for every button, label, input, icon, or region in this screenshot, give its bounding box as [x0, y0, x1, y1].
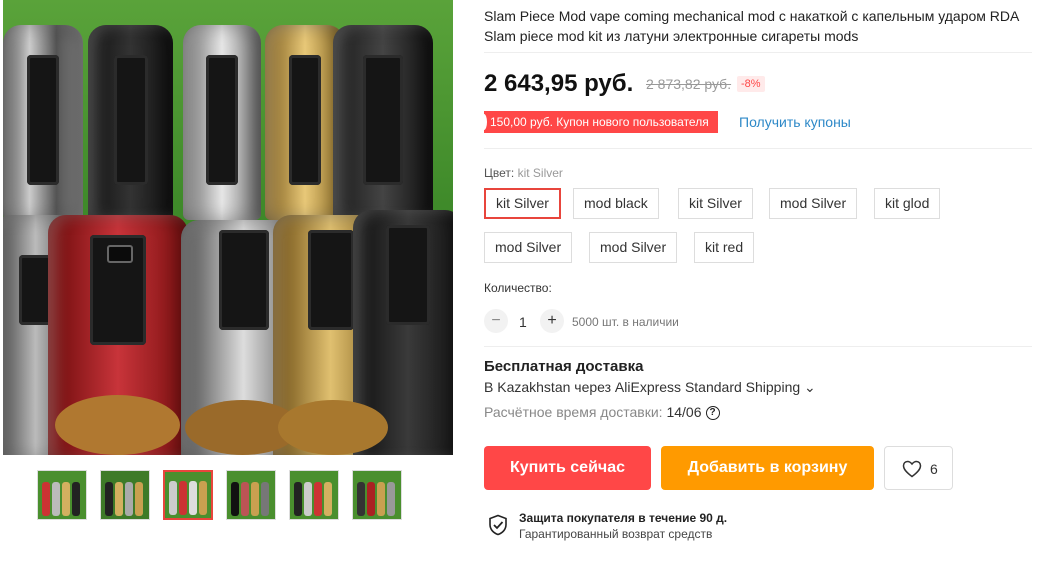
sku-option-4[interactable]: mod Silver: [769, 188, 858, 219]
thumbnail-2[interactable]: [100, 470, 150, 520]
mod-cap-gold: [278, 400, 388, 455]
delivery-time-value: 14/06: [666, 404, 702, 420]
wishlist-button[interactable]: 6: [884, 446, 953, 490]
mod-steel: [3, 25, 83, 220]
color-label: Цвет: kit Silver: [484, 166, 563, 180]
get-coupons-link[interactable]: Получить купоны: [739, 114, 851, 130]
coupon-badge: 150,00 руб. Купон нового пользователя: [481, 111, 718, 133]
buyer-protection-title: Защита покупателя в течение 90 д.: [519, 511, 728, 525]
thumbnail-6[interactable]: [352, 470, 402, 520]
mod-black-gold: [333, 25, 433, 220]
divider: [484, 52, 1032, 53]
sku-option-2[interactable]: mod black: [573, 188, 659, 219]
buy-now-button[interactable]: Купить сейчас: [484, 446, 651, 490]
sku-option-5[interactable]: kit glod: [874, 188, 941, 219]
help-icon[interactable]: ?: [705, 406, 720, 421]
divider: [484, 346, 1032, 347]
quantity-label: Количество:: [484, 281, 552, 295]
sku-option-7[interactable]: mod Silver: [589, 232, 678, 263]
divider: [484, 148, 1032, 149]
sku-option-1[interactable]: kit Silver: [484, 188, 561, 219]
mod-black-red: [88, 25, 173, 220]
sku-option-6[interactable]: mod Silver: [484, 232, 573, 263]
shipping-title: Бесплатная доставка: [484, 358, 644, 375]
mod-silver: [183, 25, 261, 220]
sku-option-8[interactable]: kit red: [694, 232, 755, 263]
sku-option-3[interactable]: kit Silver: [678, 188, 753, 219]
color-label-text: Цвет:: [484, 166, 515, 180]
thumbnail-4[interactable]: [226, 470, 276, 520]
thumbnail-1[interactable]: [37, 470, 87, 520]
thumbnail-strip: [37, 470, 402, 520]
thumbnail-5[interactable]: [289, 470, 339, 520]
quantity-minus-button[interactable]: −: [484, 309, 508, 333]
shipping-method-selector[interactable]: В Kazakhstan через AliExpress Standard S…: [484, 379, 816, 396]
mod-cap-red: [55, 395, 180, 455]
add-to-cart-button[interactable]: Добавить в корзину: [661, 446, 874, 490]
product-main-image[interactable]: [3, 0, 453, 455]
color-selected-value: kit Silver: [517, 166, 563, 180]
stock-count: 5000 шт. в наличии: [572, 315, 679, 329]
original-price: 2 873,82 руб.: [646, 76, 732, 92]
shield-check-icon: [489, 514, 507, 536]
current-price: 2 643,95 руб.: [484, 70, 634, 97]
buyer-protection-subtitle: Гарантированный возврат средств: [519, 527, 713, 541]
quantity-plus-button[interactable]: +: [540, 309, 564, 333]
product-title: Slam Piece Mod vape coming mechanical mo…: [484, 8, 1019, 44]
delivery-time-label: Расчётное время доставки:: [484, 404, 663, 420]
wishlist-count: 6: [930, 461, 938, 477]
quantity-value[interactable]: 1: [519, 314, 527, 330]
thumbnail-3-selected[interactable]: [163, 470, 213, 520]
heart-icon: [902, 460, 922, 478]
delivery-time: Расчётное время доставки: 14/06?: [484, 404, 720, 421]
discount-badge: -8%: [737, 76, 765, 92]
